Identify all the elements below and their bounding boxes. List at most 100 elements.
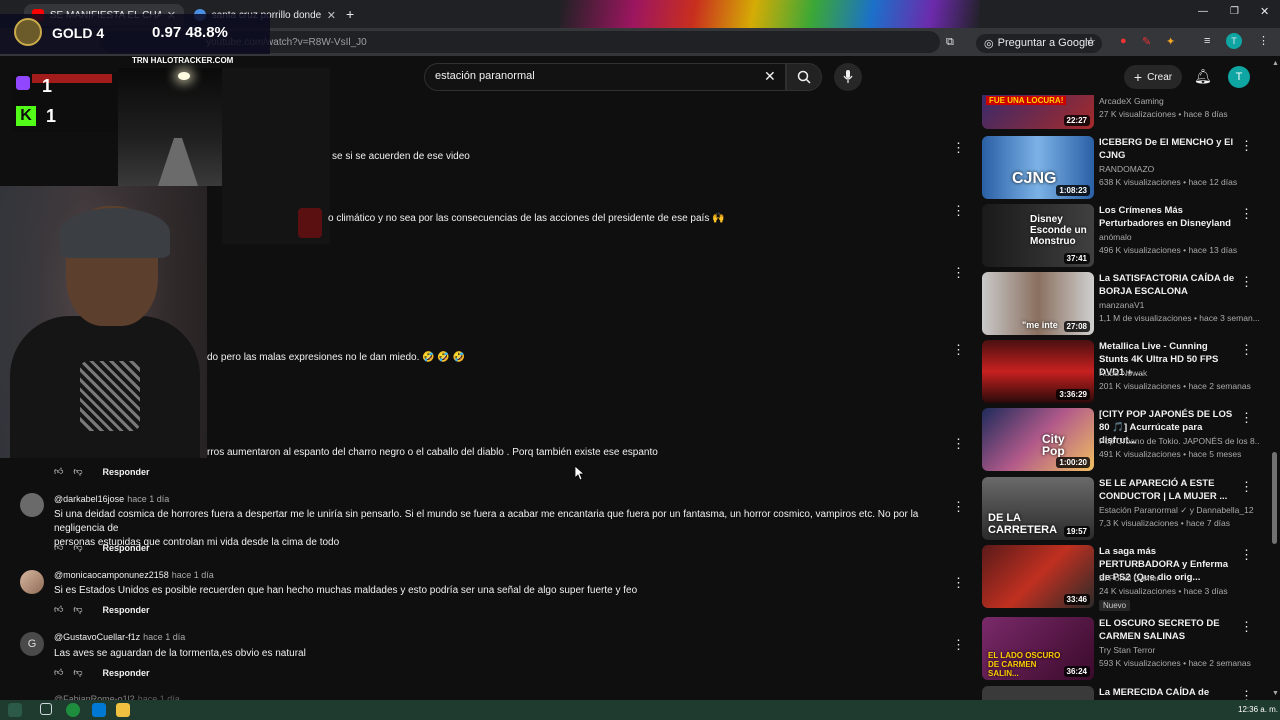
video-thumbnail[interactable]: "me inte 27:08 — [982, 272, 1094, 335]
video-title[interactable]: SE LE APARECIÓ A ESTE CONDUCTOR | LA MUJ… — [1099, 477, 1239, 503]
video-channel[interactable]: Pop Urbano de Tokio. JAPONÉS de los 8... — [1099, 436, 1259, 446]
video-menu-icon[interactable]: ⋮ — [1240, 342, 1253, 358]
video-channel[interactable]: Kuba Nowak — [1099, 368, 1259, 378]
like-icon[interactable]: 👍︎ — [54, 604, 63, 615]
scroll-up-icon[interactable]: ▲ — [1272, 60, 1279, 67]
scroll-down-icon[interactable]: ▼ — [1272, 690, 1279, 697]
dislike-icon[interactable]: 👎︎ — [73, 542, 82, 553]
video-menu-icon[interactable]: ⋮ — [1240, 206, 1253, 222]
recommended-video[interactable]: FUE UNA LOCURA! 22:27 ArcadeX Gaming 27 … — [982, 95, 1272, 130]
account-avatar[interactable]: T — [1228, 66, 1250, 88]
comment-author[interactable]: @GustavoCuellar-f1z — [54, 632, 140, 642]
comment-menu-icon[interactable]: ⋮ — [952, 576, 965, 589]
recommended-video[interactable]: La MERECIDA CAÍDA de ALANA ⋮ — [982, 686, 1272, 700]
video-channel[interactable]: manzanaV1 — [1099, 300, 1259, 310]
chrome-icon[interactable] — [66, 703, 80, 717]
reply-button[interactable]: Responder — [103, 467, 150, 477]
reading-list-icon[interactable]: ≡ — [1204, 35, 1210, 47]
video-menu-icon[interactable]: ⋮ — [1240, 479, 1253, 495]
video-thumbnail[interactable]: City Pop 1:00:20 — [982, 408, 1094, 471]
video-menu-icon[interactable]: ⋮ — [1240, 274, 1253, 290]
like-icon[interactable]: 👍︎ — [54, 542, 63, 553]
video-thumbnail[interactable]: CJNG 1:08:23 — [982, 136, 1094, 199]
reply-button[interactable]: Responder — [103, 668, 150, 678]
video-menu-icon[interactable]: ⋮ — [1240, 547, 1253, 563]
recommended-video[interactable]: CJNG 1:08:23 ICEBERG De El MENCHO y El C… — [982, 136, 1272, 200]
search-input[interactable]: estación paranormal — [424, 63, 786, 91]
dislike-icon[interactable]: 👎︎ — [73, 604, 82, 615]
comment-menu-icon[interactable]: ⋮ — [952, 437, 965, 450]
video-title[interactable]: ICEBERG De El MENCHO y El CJNG — [1099, 136, 1239, 162]
close-tab-icon[interactable]: ✕ — [327, 9, 336, 22]
browser-menu-icon[interactable]: ⋮ — [1258, 34, 1269, 47]
video-channel[interactable]: RANDOMAZO — [1099, 164, 1259, 174]
video-title[interactable]: La SATISFACTORIA CAÍDA de BORJA ESCALONA — [1099, 272, 1239, 298]
minimize-icon[interactable]: — — [1198, 6, 1208, 17]
comment-time[interactable]: hace 1 día — [172, 570, 214, 580]
extension-pen-icon[interactable]: ✎ — [1142, 35, 1151, 48]
extension-icon[interactable]: ● — [1120, 35, 1127, 47]
recommended-video[interactable]: Disney Esconde un Monstruo 37:41 Los Crí… — [982, 204, 1272, 268]
new-tab-icon[interactable]: + — [346, 6, 354, 22]
dislike-icon[interactable]: 👎︎ — [73, 667, 82, 678]
video-thumbnail[interactable]: 33:46 — [982, 545, 1094, 608]
maximize-icon[interactable]: ❐ — [1230, 6, 1239, 17]
page-scrollbar[interactable] — [1270, 96, 1278, 700]
extensions-puzzle-icon[interactable]: ✦ — [1166, 35, 1175, 48]
comment-author[interactable]: @monicaocamponunez2158 — [54, 570, 169, 580]
video-menu-icon[interactable]: ⋮ — [1240, 688, 1253, 700]
task-view-icon[interactable] — [40, 703, 52, 715]
comment-menu-icon[interactable]: ⋮ — [952, 204, 965, 217]
clear-search-icon[interactable]: ✕ — [764, 68, 776, 85]
recommended-video[interactable]: "me inte 27:08 La SATISFACTORIA CAÍDA de… — [982, 272, 1272, 336]
install-app-icon[interactable]: ⧉ — [946, 36, 954, 49]
file-explorer-icon[interactable] — [116, 703, 130, 717]
video-title[interactable]: EL OSCURO SECRETO DE CARMEN SALINAS — [1099, 617, 1239, 643]
reply-button[interactable]: Responder — [103, 605, 150, 615]
search-button[interactable] — [786, 63, 822, 91]
bookmark-star-icon[interactable]: ☆ — [1086, 35, 1096, 48]
video-menu-icon[interactable]: ⋮ — [1240, 138, 1253, 154]
profile-avatar[interactable]: T — [1226, 33, 1242, 49]
scrollbar-thumb[interactable] — [1272, 452, 1277, 544]
ask-google-button[interactable]: ◎ Preguntar a Google — [976, 34, 1102, 53]
app-icon[interactable] — [92, 703, 106, 717]
video-menu-icon[interactable]: ⋮ — [1240, 619, 1253, 635]
like-icon[interactable]: 👍︎ — [54, 667, 63, 678]
video-channel[interactable]: ArcadeX Gaming — [1099, 96, 1259, 106]
avatar[interactable] — [20, 570, 44, 594]
avatar[interactable]: G — [20, 632, 44, 656]
recommended-video[interactable]: 3:36:29 Metallica Live - Cunning Stunts … — [982, 340, 1272, 404]
comment-time[interactable]: hace 1 día — [143, 632, 185, 642]
video-channel[interactable]: anómalo — [1099, 232, 1259, 242]
video-title[interactable]: La MERECIDA CAÍDA de ALANA — [1099, 686, 1239, 700]
avatar[interactable] — [20, 493, 44, 517]
create-button[interactable]: + Crear — [1124, 65, 1182, 89]
video-menu-icon[interactable]: ⋮ — [1240, 410, 1253, 426]
recommended-video[interactable]: 33:46 La saga más PERTURBADORA y Enferma… — [982, 545, 1272, 611]
video-thumbnail[interactable]: EL LADO OSCURO DE CARMEN SALIN... 36:24 — [982, 617, 1094, 680]
video-thumbnail[interactable]: Disney Esconde un Monstruo 37:41 — [982, 204, 1094, 267]
video-thumbnail[interactable] — [982, 686, 1094, 700]
comment-time[interactable]: hace 1 día — [127, 494, 169, 504]
comment-author[interactable]: @darkabel16jose — [54, 494, 124, 504]
reply-button[interactable]: Responder — [103, 543, 150, 553]
video-channel[interactable]: Try Stan Terror — [1099, 645, 1259, 655]
comment-menu-icon[interactable]: ⋮ — [952, 638, 965, 651]
notifications-bell-icon[interactable]: 🔔︎ — [1194, 68, 1212, 85]
video-thumbnail[interactable]: DE LA CARRETERA 19:57 — [982, 477, 1094, 540]
comment-menu-icon[interactable]: ⋮ — [952, 141, 965, 154]
recommended-video[interactable]: EL LADO OSCURO DE CARMEN SALIN... 36:24 … — [982, 617, 1272, 681]
close-window-icon[interactable]: ✕ — [1260, 5, 1269, 18]
video-thumbnail[interactable]: FUE UNA LOCURA! 22:27 — [982, 95, 1094, 129]
comment-menu-icon[interactable]: ⋮ — [952, 266, 965, 279]
comment-menu-icon[interactable]: ⋮ — [952, 343, 965, 356]
video-channel[interactable]: El Portal Gamer — [1099, 573, 1259, 583]
like-icon[interactable]: 👍︎ — [54, 466, 63, 477]
start-icon[interactable] — [8, 703, 22, 717]
recommended-video[interactable]: City Pop 1:00:20 [CITY POP JAPONÉS DE LO… — [982, 408, 1272, 472]
dislike-icon[interactable]: 👎︎ — [73, 466, 82, 477]
video-channel[interactable]: Estación Paranormal ✓ y Dannabella_12 — [1099, 505, 1259, 516]
video-title[interactable]: Los Crímenes Más Perturbadores en Disney… — [1099, 204, 1239, 230]
voice-search-button[interactable] — [834, 63, 862, 91]
